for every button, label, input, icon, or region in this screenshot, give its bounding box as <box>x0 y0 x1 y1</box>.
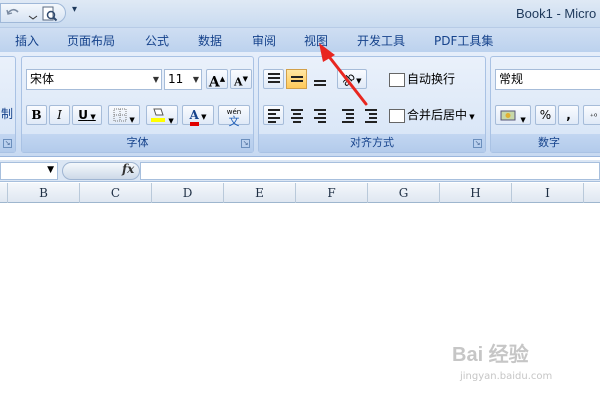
increase-indent-button[interactable] <box>360 105 381 125</box>
decimal-icon: ⁺⁰ <box>589 112 598 121</box>
customize-arrow-icon[interactable]: ▾ <box>72 4 77 15</box>
watermark-url: jingyan.baidu.com <box>460 371 553 382</box>
align-top-button[interactable] <box>263 69 284 89</box>
number-group-label: 数字 <box>491 134 600 152</box>
align-center-button[interactable] <box>286 105 307 125</box>
column-header-i[interactable]: I <box>512 183 584 203</box>
redo-dropdown-icon[interactable] <box>25 6 41 20</box>
chevron-down-icon: ▼ <box>152 75 159 84</box>
shrink-font-label: A <box>234 75 243 89</box>
tab-insert[interactable]: 插入 <box>15 32 39 49</box>
tab-developer[interactable]: 开发工具 <box>357 32 405 49</box>
merge-center-label: 合并后居中 <box>407 108 468 122</box>
format-painter-label[interactable]: 制 <box>1 105 13 122</box>
phonetic-bottom: 文 <box>228 115 240 128</box>
tab-pdf-tools[interactable]: PDF工具集 <box>434 32 493 49</box>
tab-page-layout[interactable]: 页面布局 <box>67 32 115 49</box>
undo-icon[interactable] <box>5 6 21 20</box>
alignment-group: ab▼ 自动换行 合并后居中 ▼ 对齐方式 ↘ <box>258 56 486 153</box>
number-format-value: 常规 <box>499 72 524 86</box>
ribbon: 制 ↘ 宋体 ▼ 11 ▼ A▲ A▼ B I U ▼ ▼ ▼ A ▼ wén … <box>0 52 600 157</box>
column-headers: B C D E F G H I <box>0 183 600 203</box>
italic-button[interactable]: I <box>49 105 70 125</box>
quick-access-toolbar <box>0 3 66 23</box>
wrap-text-button[interactable]: 自动换行 <box>389 69 455 89</box>
column-header-e[interactable]: E <box>224 183 296 203</box>
clipboard-group: 制 ↘ <box>0 56 16 153</box>
currency-icon <box>500 110 516 121</box>
column-header-b[interactable]: B <box>8 183 80 203</box>
wrap-text-label: 自动换行 <box>407 72 456 86</box>
font-group: 宋体 ▼ 11 ▼ A▲ A▼ B I U ▼ ▼ ▼ A ▼ wén 文 字体… <box>21 56 254 153</box>
decrease-indent-button[interactable] <box>337 105 358 125</box>
number-group: 常规 ▼ % , ⁺⁰ 数字 <box>490 56 600 153</box>
column-header-h[interactable]: H <box>440 183 512 203</box>
name-box[interactable]: ▼ <box>0 162 58 180</box>
clipboard-launcher-icon[interactable]: ↘ <box>3 139 12 148</box>
fill-color-button[interactable]: ▼ <box>146 105 178 125</box>
font-color-button[interactable]: A ▼ <box>182 105 214 126</box>
align-right-button[interactable] <box>309 105 330 125</box>
tab-review[interactable]: 审阅 <box>252 32 276 49</box>
borders-button[interactable]: ▼ <box>108 105 140 125</box>
phonetic-button[interactable]: wén 文 <box>218 105 250 128</box>
watermark-logo: Bai 经验 <box>452 344 529 366</box>
number-format-select[interactable]: 常规 <box>495 69 600 90</box>
increase-decimal-button[interactable]: ⁺⁰ <box>583 105 600 125</box>
title-bar: ▾ Book1 - Micro <box>0 0 600 28</box>
accounting-format-button[interactable]: ▼ <box>495 105 531 125</box>
font-group-label: 字体 <box>22 134 253 152</box>
wrap-text-icon <box>389 72 405 87</box>
tab-formulas[interactable]: 公式 <box>145 32 169 49</box>
print-preview-icon[interactable] <box>41 6 58 22</box>
font-name-select[interactable]: 宋体 ▼ <box>26 69 162 90</box>
bold-button[interactable]: B <box>26 105 47 125</box>
underline-label: U <box>78 108 88 122</box>
merge-center-icon <box>389 108 405 123</box>
align-bottom-button[interactable] <box>309 69 330 89</box>
merge-center-button[interactable]: 合并后居中 ▼ <box>389 105 475 127</box>
shrink-font-button[interactable]: A▼ <box>230 69 252 89</box>
comma-style-button[interactable]: , <box>558 105 579 125</box>
font-size-value: 11 <box>168 72 184 86</box>
grow-font-button[interactable]: A▲ <box>206 69 228 91</box>
align-middle-button[interactable] <box>286 69 307 89</box>
border-grid-icon <box>113 108 127 122</box>
column-header-c[interactable]: C <box>80 183 152 203</box>
orientation-icon: ab <box>339 70 359 90</box>
alignment-group-label: 对齐方式 <box>259 134 485 152</box>
grow-font-label: A <box>208 74 220 91</box>
column-header-d[interactable]: D <box>152 183 224 203</box>
font-size-select[interactable]: 11 ▼ <box>164 69 202 90</box>
column-header-partial[interactable] <box>0 183 8 203</box>
window-title: Book1 - Micro <box>516 6 597 21</box>
tab-data[interactable]: 数据 <box>198 32 222 49</box>
font-color-letter: A <box>189 109 199 126</box>
tab-view[interactable]: 视图 <box>304 32 328 49</box>
formula-bar: ▼ fx <box>0 160 600 182</box>
orientation-button[interactable]: ab▼ <box>337 69 367 89</box>
paint-bucket-icon <box>151 108 166 122</box>
align-left-button[interactable] <box>263 105 284 125</box>
chevron-down-icon: ▼ <box>47 165 54 175</box>
chevron-down-icon: ▼ <box>192 75 199 84</box>
formula-input[interactable] <box>140 162 600 180</box>
underline-button[interactable]: U ▼ <box>72 105 102 125</box>
percent-style-button[interactable]: % <box>535 105 556 125</box>
baidu-watermark: Bai 经验 jingyan.baidu.com <box>452 338 592 388</box>
font-name-value: 宋体 <box>30 72 55 86</box>
column-header-partial-right[interactable] <box>584 183 600 203</box>
alignment-launcher-icon[interactable]: ↘ <box>473 139 482 148</box>
ribbon-tabs: 插入 页面布局 公式 数据 审阅 视图 开发工具 PDF工具集 <box>0 28 600 52</box>
column-header-f[interactable]: F <box>296 183 368 203</box>
font-launcher-icon[interactable]: ↘ <box>241 139 250 148</box>
insert-function-icon[interactable]: fx <box>122 162 134 176</box>
column-header-g[interactable]: G <box>368 183 440 203</box>
